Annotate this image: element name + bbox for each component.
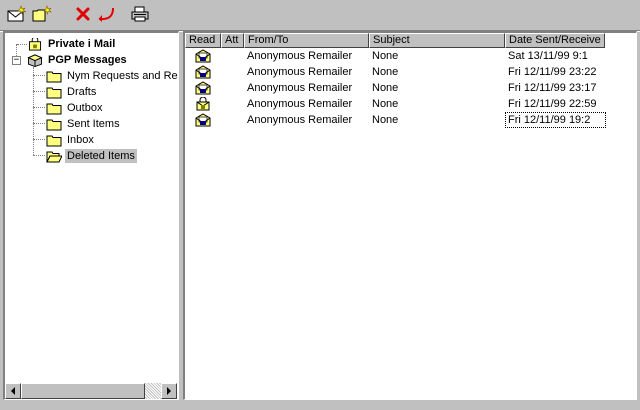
- tree-folder-inbox[interactable]: Inbox: [46, 132, 96, 148]
- folder-icon: [46, 135, 62, 146]
- tree-label: Inbox: [67, 134, 94, 146]
- subject-cell: None: [372, 114, 399, 126]
- tree-connector: [33, 67, 34, 155]
- column-header-from-to[interactable]: From/To: [244, 33, 369, 48]
- mail-read-icon: [195, 49, 211, 63]
- scroll-thumb[interactable]: [21, 383, 145, 399]
- pgp-cube-icon: [27, 53, 43, 67]
- mail-read-icon: [195, 113, 211, 127]
- tree-label: Deleted Items: [65, 149, 137, 163]
- mail-read-icon: [195, 65, 211, 79]
- date-cell: Fri 12/11/99 19:2: [505, 112, 606, 128]
- tree-connector: [33, 123, 45, 124]
- message-row[interactable]: Anonymous Remailer None Fri 12/11/99 22:…: [185, 96, 635, 112]
- delete-icon: [76, 7, 90, 21]
- print-button[interactable]: [129, 3, 151, 25]
- column-header-read[interactable]: Read: [185, 33, 221, 48]
- from-cell: Anonymous Remailer: [247, 66, 353, 78]
- open-folder-icon: [46, 151, 62, 162]
- from-cell: Anonymous Remailer: [247, 50, 353, 62]
- print-icon: [131, 6, 149, 22]
- tree-label: Drafts: [67, 86, 97, 98]
- scroll-right-button[interactable]: [161, 383, 177, 399]
- reply-icon: [98, 8, 114, 22]
- subject-cell: None: [372, 50, 399, 62]
- tree-connector: [33, 155, 45, 156]
- tree-label: Outbox: [67, 102, 103, 114]
- subject-cell: None: [372, 98, 399, 110]
- message-list-pane: Read Att From/To Subject Date Sent/Recei…: [183, 31, 637, 400]
- tree-label: Nym Requests and Re:: [67, 70, 179, 82]
- message-row[interactable]: Anonymous Remailer None Fri 12/11/99 19:…: [185, 112, 635, 128]
- date-cell: Sat 13/11/99 9:1: [508, 50, 588, 62]
- folder-icon: [46, 71, 62, 82]
- tree-folder-deleted-items[interactable]: Deleted Items: [46, 148, 137, 164]
- column-header-att[interactable]: Att: [221, 33, 244, 48]
- delete-button[interactable]: [72, 3, 94, 25]
- mail-locked-icon: [196, 97, 210, 111]
- folder-icon: [46, 119, 62, 130]
- mail-read-icon: [195, 81, 211, 95]
- folder-tree-pane: Private i Mail − PGP Messages Nym Reques…: [3, 31, 179, 400]
- tree-connector: [17, 44, 27, 45]
- tree-label: Private i Mail: [48, 38, 116, 50]
- tree-connector: [33, 139, 45, 140]
- folder-icon: [46, 87, 62, 98]
- new-message-icon: [7, 5, 27, 22]
- from-cell: Anonymous Remailer: [247, 114, 353, 126]
- date-cell: Fri 12/11/99 23:22: [508, 66, 597, 78]
- toolbar: [0, 0, 640, 31]
- message-row[interactable]: Anonymous Remailer None Sat 13/11/99 9:1: [185, 48, 635, 64]
- column-header-date[interactable]: Date Sent/Receive: [505, 33, 605, 48]
- folder-icon: [46, 103, 62, 114]
- column-header-subject[interactable]: Subject: [369, 33, 505, 48]
- tree-horizontal-scrollbar[interactable]: [5, 383, 177, 399]
- collapse-toggle[interactable]: −: [12, 56, 21, 65]
- tree-node-pgp-messages[interactable]: PGP Messages: [27, 52, 129, 68]
- from-cell: Anonymous Remailer: [247, 82, 353, 94]
- tree-node-private-i-mail[interactable]: Private i Mail: [27, 36, 117, 52]
- subject-cell: None: [372, 66, 399, 78]
- tree-folder-sent-items[interactable]: Sent Items: [46, 116, 122, 132]
- scroll-left-button[interactable]: [5, 383, 21, 399]
- private-mail-icon: [28, 37, 42, 51]
- tree-connector: [33, 91, 45, 92]
- arrow-left-icon: [11, 387, 15, 395]
- tree-label: PGP Messages: [48, 54, 127, 66]
- message-row[interactable]: Anonymous Remailer None Fri 12/11/99 23:…: [185, 80, 635, 96]
- tree-label: Sent Items: [67, 118, 120, 130]
- new-message-button[interactable]: [6, 3, 28, 25]
- tree-connector: [33, 75, 45, 76]
- new-folder-icon: [32, 5, 52, 22]
- tree-folder-nym-requests[interactable]: Nym Requests and Re:: [46, 68, 179, 84]
- tree-folder-drafts[interactable]: Drafts: [46, 84, 98, 100]
- tree-folder-outbox[interactable]: Outbox: [46, 100, 104, 116]
- date-cell: Fri 12/11/99 22:59: [508, 98, 597, 110]
- from-cell: Anonymous Remailer: [247, 98, 353, 110]
- date-cell: Fri 12/11/99 23:17: [508, 82, 597, 94]
- new-folder-button[interactable]: [31, 3, 53, 25]
- tree-connector: [33, 107, 45, 108]
- subject-cell: None: [372, 82, 399, 94]
- arrow-right-icon: [167, 387, 171, 395]
- reply-button[interactable]: [96, 3, 118, 25]
- message-row[interactable]: Anonymous Remailer None Fri 12/11/99 23:…: [185, 64, 635, 80]
